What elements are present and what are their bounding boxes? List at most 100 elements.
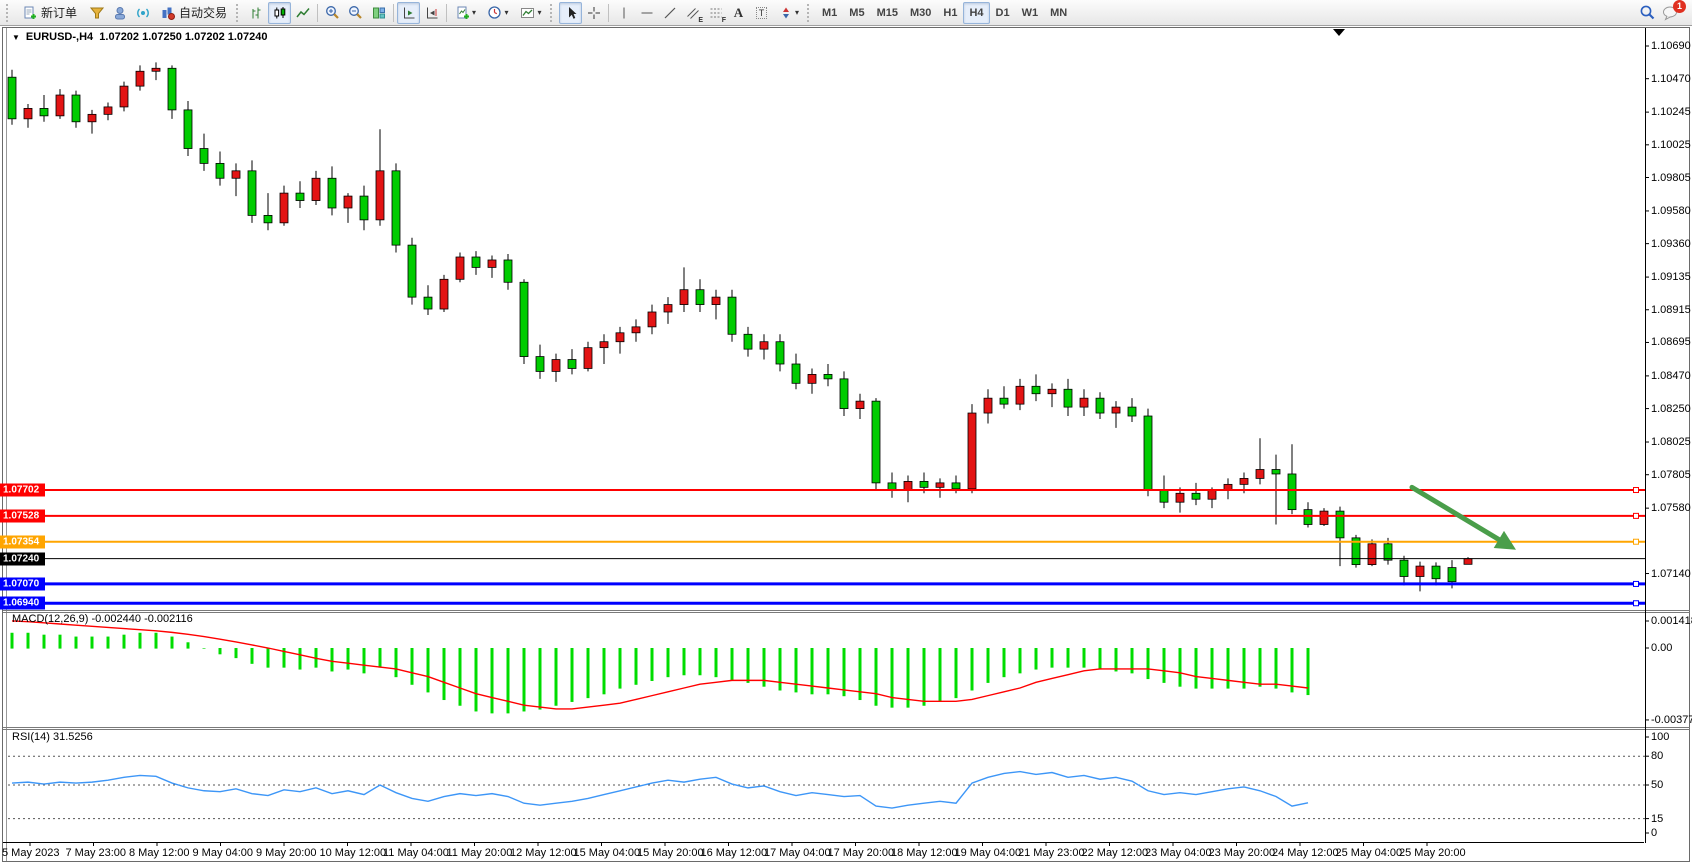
candle-body: [8, 77, 16, 119]
chart-shift-icon: [425, 6, 439, 20]
candle-body: [440, 279, 448, 309]
auto-scroll-button[interactable]: [397, 2, 420, 24]
text-tool-button[interactable]: A: [727, 2, 750, 24]
candle-body: [1416, 566, 1424, 576]
new-order-icon: [23, 6, 37, 20]
candle-body: [1320, 511, 1328, 524]
line-endpoint-handle[interactable]: [12, 581, 17, 586]
main-toolbar: 新订单 自动交易: [0, 0, 1692, 26]
toolbar-grip[interactable]: [236, 4, 243, 22]
channel-tool-button[interactable]: E: [681, 2, 704, 24]
toolbar-grip[interactable]: [6, 4, 13, 22]
candle-body: [648, 312, 656, 327]
timeframe-button-d1[interactable]: D1: [990, 2, 1016, 24]
candle-body: [1448, 568, 1456, 582]
candle-body: [824, 374, 832, 378]
chart-canvas[interactable]: [0, 0, 1692, 864]
line-endpoint-handle[interactable]: [12, 539, 17, 544]
search-button[interactable]: [1636, 2, 1659, 24]
line-endpoint-handle[interactable]: [1634, 513, 1639, 518]
timeframe-button-m15[interactable]: M15: [871, 2, 904, 24]
candle-body: [40, 108, 48, 115]
text-label-tool-button[interactable]: T: [750, 2, 773, 24]
vertical-line-tool-button[interactable]: [612, 2, 635, 24]
chevron-down-icon: ▾: [795, 8, 799, 17]
cursor-tool-button[interactable]: [559, 2, 582, 24]
signals-button[interactable]: [131, 2, 154, 24]
timeframe-group: M1M5M15M30H1H4D1W1MN: [816, 2, 1073, 24]
publisher-button[interactable]: [108, 2, 131, 24]
zoom-in-button[interactable]: [321, 2, 344, 24]
candle-body: [152, 68, 160, 71]
candle-body: [1080, 398, 1088, 407]
candle-body: [232, 171, 240, 178]
candle-body: [1192, 493, 1200, 499]
auto-trading-label: 自动交易: [179, 4, 227, 21]
auto-scroll-icon: [402, 6, 416, 20]
candle-body: [104, 107, 112, 114]
fibonacci-tool-button[interactable]: F: [704, 2, 727, 24]
candle-body: [568, 360, 576, 369]
chevron-down-icon: ▾: [504, 8, 508, 17]
candle-body: [312, 178, 320, 200]
candle-body: [1368, 544, 1376, 565]
line-endpoint-handle[interactable]: [12, 601, 17, 606]
funnel-icon: [90, 6, 104, 20]
auto-trading-button[interactable]: 自动交易: [154, 2, 234, 24]
candle-body: [120, 86, 128, 107]
line-endpoint-handle[interactable]: [12, 488, 17, 493]
line-chart-icon: [296, 6, 310, 20]
candle-body: [904, 481, 912, 490]
candlestick-chart-type-button[interactable]: [268, 2, 291, 24]
bar-chart-type-button[interactable]: [245, 2, 268, 24]
periods-button[interactable]: ▾: [482, 2, 514, 24]
toolbar-grip[interactable]: [807, 4, 814, 22]
market-watch-button[interactable]: [85, 2, 108, 24]
search-icon: [1639, 4, 1656, 21]
candle-body: [456, 257, 464, 279]
arrows-tool-button[interactable]: ▾: [773, 2, 805, 24]
timeframe-button-h1[interactable]: H1: [937, 2, 963, 24]
chart-shift-button[interactable]: [420, 2, 443, 24]
candle-body: [1016, 386, 1024, 404]
templates-button[interactable]: ▾: [514, 2, 548, 24]
candle-body: [56, 95, 64, 116]
candle-body: [536, 357, 544, 372]
candle-body: [696, 290, 704, 305]
indicators-button[interactable]: ▾: [450, 2, 482, 24]
cursor-icon: [564, 6, 578, 20]
candle-body: [472, 257, 480, 267]
timeframe-button-h4[interactable]: H4: [963, 2, 989, 24]
candle-body: [936, 483, 944, 487]
candle-body: [1160, 490, 1168, 502]
line-endpoint-handle[interactable]: [1634, 581, 1639, 586]
chat-button[interactable]: 1: [1659, 2, 1682, 24]
line-endpoint-handle[interactable]: [12, 513, 17, 518]
toolbar-grip[interactable]: [550, 4, 557, 22]
zoom-in-icon: [325, 5, 340, 20]
candlestick-icon: [273, 6, 287, 20]
candle-body: [376, 171, 384, 220]
timeframe-button-m1[interactable]: M1: [816, 2, 843, 24]
candle-body: [744, 334, 752, 349]
candle-body: [328, 178, 336, 208]
candle-body: [520, 282, 528, 356]
line-endpoint-handle[interactable]: [1634, 488, 1639, 493]
chevron-down-icon: ▾: [472, 8, 476, 17]
tile-windows-button[interactable]: [367, 2, 390, 24]
candle-body: [1272, 470, 1280, 474]
candle-body: [392, 171, 400, 245]
zoom-out-button[interactable]: [344, 2, 367, 24]
trendline-tool-button[interactable]: [658, 2, 681, 24]
timeframe-button-m5[interactable]: M5: [843, 2, 870, 24]
timeframe-button-w1[interactable]: W1: [1016, 2, 1045, 24]
new-order-button[interactable]: 新订单: [15, 2, 85, 24]
crosshair-tool-button[interactable]: [582, 2, 605, 24]
timeframe-button-mn[interactable]: MN: [1044, 2, 1073, 24]
line-endpoint-handle[interactable]: [1634, 539, 1639, 544]
line-endpoint-handle[interactable]: [1634, 601, 1639, 606]
horizontal-line-tool-button[interactable]: [635, 2, 658, 24]
line-chart-type-button[interactable]: [291, 2, 314, 24]
candle-body: [360, 196, 368, 220]
timeframe-button-m30[interactable]: M30: [904, 2, 937, 24]
